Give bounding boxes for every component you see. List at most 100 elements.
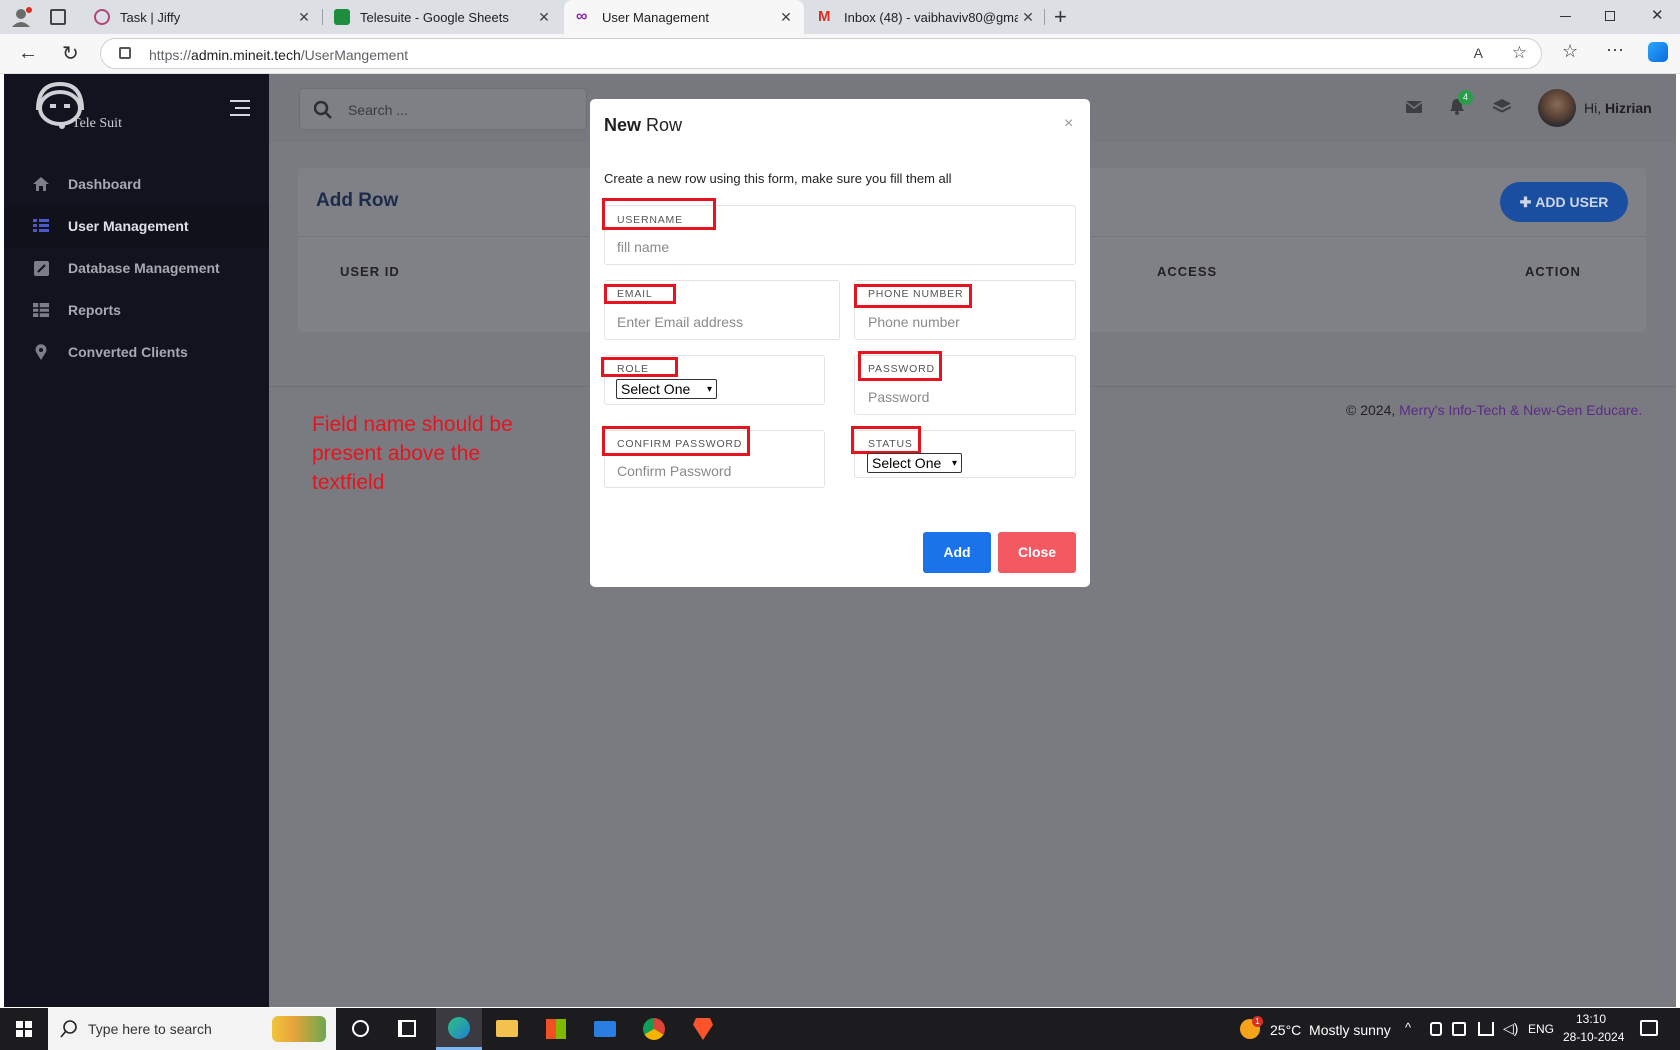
- status-label: STATUS: [868, 438, 913, 450]
- home-icon: [32, 175, 50, 193]
- email-label: EMAIL: [617, 288, 653, 300]
- more-icon[interactable]: ···: [1606, 39, 1624, 60]
- chevron-up-icon[interactable]: ^: [1405, 1020, 1411, 1035]
- restore-icon[interactable]: [1605, 11, 1615, 21]
- cortana-icon[interactable]: [352, 1020, 369, 1037]
- tab-title: User Management: [602, 9, 709, 25]
- read-aloud-icon[interactable]: A: [1474, 45, 1483, 61]
- reload-icon[interactable]: ↻: [62, 41, 79, 66]
- add-user-button[interactable]: ✚ ADD USER: [1500, 182, 1628, 222]
- network-icon[interactable]: [1478, 1022, 1494, 1036]
- favorite-star-icon[interactable]: ☆: [1512, 43, 1527, 63]
- logo: Tele Suit: [30, 80, 122, 136]
- username-label: USERNAME: [617, 214, 683, 226]
- tab-jiffy[interactable]: Task | Jiffy ✕: [82, 0, 322, 34]
- copilot-icon[interactable]: [1648, 42, 1668, 62]
- tab-title: Task | Jiffy: [120, 9, 181, 25]
- add-user-label: ADD USER: [1535, 194, 1609, 210]
- search-input[interactable]: Search ...: [299, 88, 587, 130]
- sidebar-item-user-management[interactable]: User Management: [4, 205, 269, 247]
- sidebar-item-label: Database Management: [68, 260, 220, 276]
- chrome-icon[interactable]: [643, 1018, 665, 1040]
- confirm-password-label: CONFIRM PASSWORD: [617, 438, 743, 450]
- confirm-password-input[interactable]: Confirm Password: [617, 463, 731, 479]
- chevron-down-icon: ▾: [706, 383, 712, 395]
- logo-text: Tele Suit: [72, 116, 122, 131]
- status-select[interactable]: Select One ▾: [867, 453, 962, 473]
- close-button[interactable]: Close: [998, 532, 1076, 573]
- chevron-down-icon: ▾: [951, 457, 957, 469]
- volume-icon[interactable]: ◁): [1503, 1020, 1518, 1037]
- role-select[interactable]: Select One ▾: [616, 379, 717, 399]
- favorites-icon[interactable]: ☆: [1562, 41, 1578, 62]
- footer-copyright: © 2024, Merry's Info-Tech & New-Gen Educ…: [1346, 402, 1642, 418]
- tab-title: Inbox (48) - vaibhaviv80@gmail.c: [844, 9, 1018, 25]
- map-pin-icon: [32, 343, 50, 361]
- plus-icon: ✚: [1519, 193, 1532, 210]
- weather-badge: 1: [1252, 1016, 1263, 1027]
- modal-title: New Row: [604, 115, 682, 136]
- close-tab-icon[interactable]: ✕: [294, 9, 314, 26]
- modal-description: Create a new row using this form, make s…: [604, 171, 952, 186]
- new-row-modal: New Row × Create a new row using this fo…: [590, 99, 1090, 587]
- back-icon[interactable]: ←: [18, 42, 38, 65]
- tab-gmail[interactable]: M Inbox (48) - vaibhaviv80@gmail.c ✕: [806, 0, 1046, 34]
- sidebar-item-converted-clients[interactable]: Converted Clients: [4, 331, 269, 373]
- phone-input[interactable]: Phone number: [868, 314, 960, 330]
- add-button[interactable]: Add: [923, 532, 991, 573]
- clock-date[interactable]: 28-10-2024: [1563, 1030, 1624, 1044]
- sidebar-item-reports[interactable]: Reports: [4, 289, 269, 331]
- avatar[interactable]: [1538, 89, 1576, 127]
- close-tab-icon[interactable]: ✕: [776, 9, 796, 26]
- sidebar-item-database-management[interactable]: Database Management: [4, 247, 269, 289]
- modal-close-icon[interactable]: ×: [1064, 115, 1073, 133]
- mail-app-icon[interactable]: [594, 1021, 616, 1037]
- tab-user-management[interactable]: ∞ User Management ✕: [564, 0, 804, 34]
- password-label: PASSWORD: [868, 363, 935, 375]
- tab-actions-icon[interactable]: [50, 9, 66, 25]
- notification-center-icon[interactable]: [1640, 1020, 1658, 1036]
- sidebar-item-dashboard[interactable]: Dashboard: [4, 163, 269, 205]
- weather-text[interactable]: 25°C Mostly sunny: [1270, 1022, 1391, 1038]
- address-bar[interactable]: https://admin.mineit.tech/UserMangement …: [100, 38, 1542, 69]
- search-placeholder: Search ...: [348, 102, 408, 118]
- user-greeting[interactable]: Hi, Hizrian: [1584, 100, 1652, 116]
- close-tab-icon[interactable]: ✕: [1018, 9, 1038, 26]
- windows-taskbar: Type here to search 1 25°C Mostly sunny …: [0, 1008, 1680, 1050]
- taskbar-search-placeholder: Type here to search: [88, 1021, 212, 1037]
- close-window-icon[interactable]: ✕: [1651, 6, 1664, 24]
- language-indicator[interactable]: ENG: [1528, 1022, 1554, 1036]
- file-explorer-icon[interactable]: [496, 1020, 518, 1037]
- sidebar-item-label: Dashboard: [68, 176, 142, 192]
- mail-icon[interactable]: [1406, 101, 1422, 113]
- email-input[interactable]: Enter Email address: [617, 314, 743, 330]
- notification-badge: 4: [1458, 90, 1473, 105]
- user-name: Hizrian: [1605, 100, 1652, 116]
- phone-label: PHONE NUMBER: [868, 288, 964, 300]
- hamburger-icon[interactable]: [230, 100, 250, 116]
- camera-icon: [1430, 1022, 1442, 1036]
- new-tab-icon[interactable]: +: [1054, 4, 1067, 30]
- role-selected-value: Select One: [621, 381, 691, 397]
- task-view-icon[interactable]: [398, 1020, 416, 1037]
- page-title: Add Row: [316, 190, 399, 211]
- tab-google-sheets[interactable]: Telesuite - Google Sheets ✕: [322, 0, 562, 34]
- close-tab-icon[interactable]: ✕: [534, 9, 554, 26]
- windows-start-icon[interactable]: [16, 1021, 32, 1037]
- edit-icon: [32, 259, 50, 277]
- column-header-user-id: USER ID: [340, 264, 400, 279]
- footer-link[interactable]: Merry's Info-Tech & New-Gen Educare.: [1399, 402, 1642, 418]
- store-icon[interactable]: [546, 1019, 566, 1039]
- clock-time[interactable]: 13:10: [1576, 1012, 1606, 1026]
- profile-icon[interactable]: [10, 6, 32, 28]
- search-icon: [314, 101, 332, 119]
- minimize-icon[interactable]: [1560, 16, 1571, 17]
- brave-icon[interactable]: [693, 1018, 713, 1040]
- layers-icon[interactable]: [1493, 99, 1511, 115]
- password-input[interactable]: Password: [868, 389, 929, 405]
- username-input[interactable]: fill name: [617, 239, 669, 255]
- edge-taskbar-icon[interactable]: [436, 1008, 482, 1050]
- search-highlight-icon: [272, 1016, 326, 1042]
- taskbar-search[interactable]: Type here to search: [48, 1008, 336, 1050]
- search-icon: [60, 1020, 77, 1038]
